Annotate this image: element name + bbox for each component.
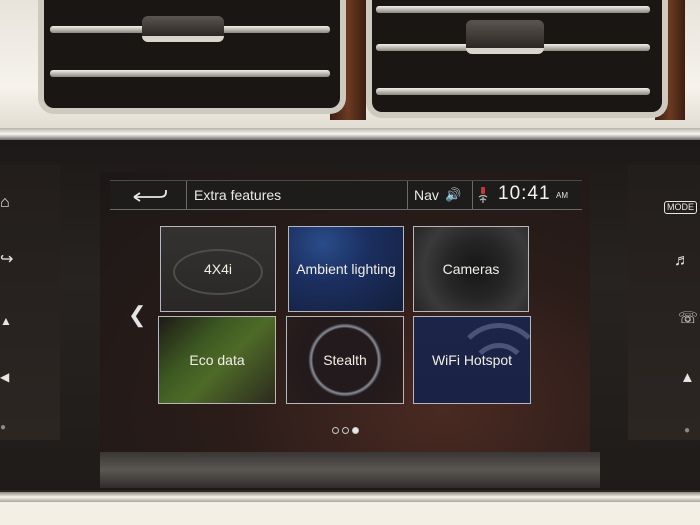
tile-stealth[interactable]: Stealth (286, 316, 404, 404)
chrome-strip (0, 492, 700, 502)
tile-wifi-hotspot[interactable]: WiFi Hotspot (413, 316, 531, 404)
tile-label: Ambient lighting (296, 260, 396, 277)
page-dot-3-active[interactable] (352, 427, 359, 434)
navigation-icon[interactable]: ▲ (680, 370, 695, 386)
air-vent-right[interactable] (366, 0, 668, 118)
tile-label: Stealth (323, 351, 367, 368)
tile-4x4i[interactable]: 4X4i (160, 226, 276, 312)
left-button-panel: ⌂ ↪ ▲ ◀ ● (0, 165, 60, 440)
screen-lower-bezel (100, 452, 600, 488)
skip-icon[interactable]: ◀ (0, 369, 9, 385)
previous-page-icon[interactable]: ❮ (128, 302, 146, 328)
page-title: Extra features (194, 187, 282, 203)
tile-eco-data[interactable]: Eco data (158, 316, 276, 404)
dashboard-trim (0, 502, 700, 525)
page-dot-1[interactable] (332, 427, 339, 434)
page-dot-2[interactable] (342, 427, 349, 434)
tile-label: WiFi Hotspot (431, 351, 513, 368)
media-icon[interactable]: ♬ (674, 253, 690, 269)
vent-knob[interactable] (142, 16, 224, 42)
tile-ambient-lighting[interactable]: Ambient lighting (288, 226, 404, 312)
vent-slat (376, 6, 650, 13)
audio-source-label[interactable]: Nav (407, 181, 439, 209)
touch-screen: Extra features Nav 🔊 10:41 AM ❮ 4X4i Amb… (100, 172, 590, 452)
status-bar: Extra features Nav 🔊 10:41 AM (110, 180, 582, 210)
tile-cameras[interactable]: Cameras (413, 226, 529, 312)
dot-icon: ● (684, 425, 691, 436)
tile-label: Eco data (189, 351, 245, 368)
divider (472, 181, 473, 209)
clock: 10:41 (498, 183, 551, 204)
volume-icon[interactable]: 🔊 (445, 187, 461, 203)
home-icon[interactable]: ⌂ (0, 195, 10, 211)
page-indicator (332, 421, 362, 439)
vent-slat (50, 70, 330, 77)
phone-icon[interactable]: ☏ (678, 311, 698, 327)
air-vent-left[interactable] (38, 0, 346, 114)
hazard-icon[interactable]: ▲ (0, 313, 12, 329)
vent-slat (376, 88, 650, 95)
back-button[interactable] (110, 181, 187, 209)
clock-ampm: AM (556, 191, 568, 200)
tile-label: 4X4i (203, 260, 233, 277)
chrome-strip (0, 128, 700, 140)
right-button-panel: MODE ♬ ☏ ▲ ● (628, 165, 700, 440)
exit-icon[interactable]: ↪ (0, 252, 13, 268)
vent-knob[interactable] (466, 20, 544, 54)
mode-button[interactable]: MODE (664, 201, 697, 214)
signal-icon (478, 187, 488, 203)
tile-label: Cameras (442, 260, 500, 277)
dot-icon: ● (0, 422, 7, 433)
back-arrow-icon (133, 190, 167, 202)
